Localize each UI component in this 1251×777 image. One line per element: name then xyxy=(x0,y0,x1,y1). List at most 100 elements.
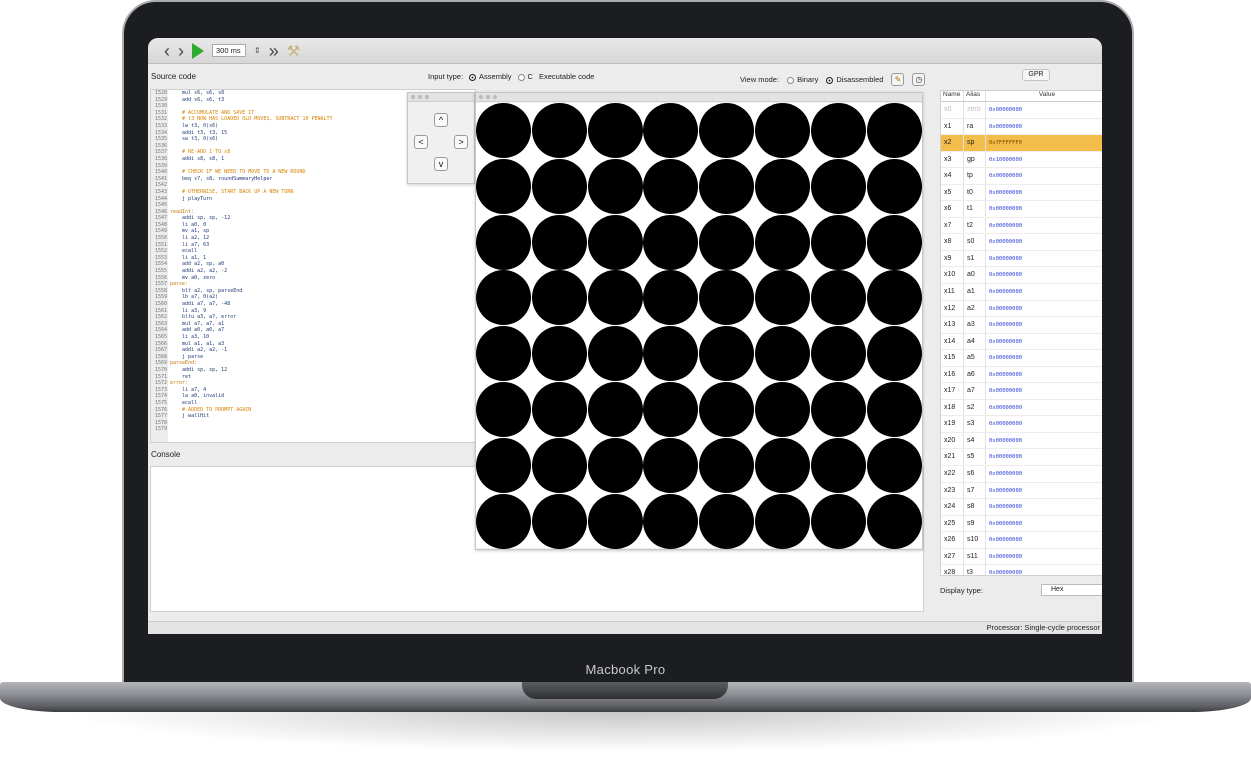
dpad-left-button[interactable]: < xyxy=(414,135,428,149)
led-cell xyxy=(643,326,699,382)
register-row[interactable]: x3 gp 0x10000000 xyxy=(941,151,1102,169)
register-value: 0x00000000 xyxy=(986,218,1102,234)
code-line: la a0, invalid xyxy=(170,393,225,400)
register-name: x13 xyxy=(941,317,964,333)
step-through-icon[interactable]: ✎ xyxy=(891,73,905,86)
back-icon[interactable]: ‹ xyxy=(164,42,170,60)
register-row[interactable]: x25 s9 0x00000000 xyxy=(941,515,1102,533)
register-row[interactable]: x20 s4 0x00000000 xyxy=(941,432,1102,450)
source-code-title: Source code xyxy=(151,72,196,81)
line-number: 1557 xyxy=(154,281,167,288)
code-line: li a7, 63 xyxy=(170,241,210,248)
register-row[interactable]: x24 s8 0x00000000 xyxy=(941,499,1102,516)
register-row[interactable]: x22 s6 0x00000000 xyxy=(941,466,1102,483)
register-alias: sp xyxy=(964,135,986,151)
register-row[interactable]: x19 s3 0x00000000 xyxy=(941,416,1102,433)
register-name: x24 xyxy=(941,499,964,515)
speed-stepper-icon[interactable]: ⇕ xyxy=(254,46,261,55)
register-row[interactable]: x16 a6 0x00000000 xyxy=(941,366,1102,384)
register-name: x25 xyxy=(941,515,964,532)
register-row[interactable]: x17 a7 0x00000000 xyxy=(941,383,1102,400)
register-name: x19 xyxy=(941,416,964,432)
register-value: 0x00000000 xyxy=(986,284,1102,300)
line-number: 1568 xyxy=(154,353,167,360)
line-number: 1540 xyxy=(154,169,167,176)
register-row[interactable]: x26 s10 0x00000000 xyxy=(941,532,1102,549)
register-row[interactable]: x2 sp 0x7FFFFFF0 xyxy=(941,135,1102,152)
register-row[interactable]: x8 s0 0x00000000 xyxy=(941,234,1102,251)
register-value: 0x00000000 xyxy=(986,400,1102,416)
led-cell xyxy=(810,214,866,270)
register-row[interactable]: x21 s5 0x00000000 xyxy=(941,449,1102,467)
register-row[interactable]: x1 ra 0x00000000 xyxy=(941,118,1102,136)
register-value: 0x10000000 xyxy=(986,152,1102,168)
register-value: 0x00000000 xyxy=(986,102,1102,118)
build-icon[interactable]: ⚒ xyxy=(287,42,300,60)
register-row[interactable]: x10 a0 0x00000000 xyxy=(941,267,1102,285)
radio-selected-icon xyxy=(469,73,477,81)
line-number: 1555 xyxy=(154,268,167,275)
led-cell xyxy=(531,214,587,270)
clock-icon[interactable]: ◷ xyxy=(912,73,926,86)
register-row[interactable]: x15 a5 0x00000000 xyxy=(941,350,1102,367)
line-number: 1534 xyxy=(154,129,167,136)
register-row[interactable]: x14 a4 0x00000000 xyxy=(941,333,1102,351)
input-option-c[interactable]: C xyxy=(517,72,533,81)
led-cell xyxy=(587,270,643,326)
dpad-window-titlebar[interactable] xyxy=(408,93,474,102)
register-value: 0x00000000 xyxy=(986,383,1102,399)
view-option-disassembled[interactable]: Disassembled xyxy=(826,75,883,84)
register-row[interactable]: x0 zero 0x00000000 xyxy=(941,102,1102,119)
dpad-up-button[interactable]: ^ xyxy=(434,113,448,127)
led-cell xyxy=(643,214,699,270)
dpad-right-button[interactable]: > xyxy=(454,135,468,149)
register-value: 0x00000000 xyxy=(986,499,1102,515)
led-matrix-titlebar[interactable] xyxy=(476,93,922,102)
register-alias: zero xyxy=(964,102,986,118)
register-row[interactable]: x13 a3 0x00000000 xyxy=(941,317,1102,334)
line-number: 1563 xyxy=(154,320,167,327)
line-number: 1559 xyxy=(154,294,167,301)
line-number: 1544 xyxy=(154,195,167,202)
run-fast-icon[interactable]: » xyxy=(269,42,279,60)
view-option-binary[interactable]: Binary xyxy=(787,75,818,84)
led-cell xyxy=(643,158,699,214)
led-cell xyxy=(531,437,587,493)
led-cell xyxy=(866,493,922,549)
led-cell xyxy=(476,270,531,326)
register-row[interactable]: x27 s11 0x00000000 xyxy=(941,548,1102,566)
speed-input[interactable]: 300 ms xyxy=(212,44,246,57)
register-row[interactable]: x5 t0 0x00000000 xyxy=(941,184,1102,202)
led-cell xyxy=(699,437,755,493)
register-value: 0x00000000 xyxy=(986,532,1102,548)
line-number: 1566 xyxy=(154,340,167,347)
input-option-assembly[interactable]: Assembly xyxy=(469,72,512,81)
register-row[interactable]: x4 tp 0x00000000 xyxy=(941,168,1102,185)
col-name: Name xyxy=(941,91,964,101)
code-line: # ADDED TO PROMPT AGAIN xyxy=(170,406,252,413)
register-name: x11 xyxy=(941,284,964,300)
led-cell xyxy=(476,326,531,382)
tab-gpr[interactable]: GPR xyxy=(1022,69,1050,81)
line-number: 1537 xyxy=(154,149,167,156)
line-number: 1533 xyxy=(154,122,167,129)
register-row[interactable]: x11 a1 0x00000000 xyxy=(941,284,1102,301)
forward-icon[interactable]: › xyxy=(178,42,184,60)
led-cell xyxy=(531,270,587,326)
register-row[interactable]: x18 s2 0x00000000 xyxy=(941,399,1102,417)
register-row[interactable]: x12 a2 0x00000000 xyxy=(941,300,1102,318)
register-row[interactable]: x7 t2 0x00000000 xyxy=(941,217,1102,235)
input-option-executable[interactable]: Executable code xyxy=(539,72,594,81)
register-row[interactable]: x23 s7 0x00000000 xyxy=(941,482,1102,500)
register-row[interactable]: x6 t1 0x00000000 xyxy=(941,201,1102,218)
register-row[interactable]: x28 t3 0x00000000 xyxy=(941,565,1102,575)
code-line: addi a2, a2, -2 xyxy=(170,268,228,275)
display-type-select[interactable]: Hex xyxy=(1041,584,1102,596)
register-alias: a0 xyxy=(964,267,986,284)
register-row[interactable]: x9 s1 0x00000000 xyxy=(941,250,1102,268)
register-table[interactable]: Name Alias Value x0 zero 0x00000000 x1 ra 0x0… xyxy=(940,90,1102,576)
dpad-down-button[interactable]: v xyxy=(434,157,448,171)
run-button[interactable] xyxy=(192,42,204,59)
led-cell xyxy=(755,437,810,493)
register-alias: a2 xyxy=(964,300,986,317)
